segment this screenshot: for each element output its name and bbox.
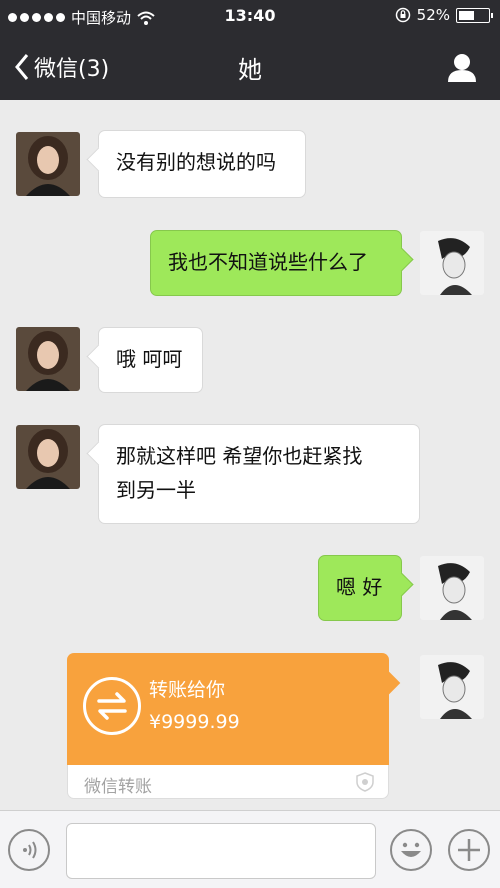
battery-icon (456, 7, 493, 23)
plus-icon (458, 839, 480, 861)
contact-profile-button[interactable] (446, 52, 478, 88)
message-input[interactable] (66, 823, 376, 879)
transfer-title: 转账给你 (149, 679, 226, 701)
message-text: 嗯 好 (336, 575, 383, 599)
transfer-source-label: 微信转账 (84, 777, 152, 797)
more-options-button[interactable] (448, 829, 490, 871)
chat-title: 她 (238, 56, 262, 84)
battery-percent: 52% (416, 6, 450, 24)
nav-bar: 微信(3) 她 (0, 34, 500, 100)
input-bar (0, 810, 500, 888)
transfer-card[interactable]: 转账给你 ¥9999.99 微信转账 (67, 653, 389, 799)
my-avatar[interactable] (420, 655, 484, 719)
message-bubble-received[interactable]: 哦 呵呵 (98, 327, 203, 393)
message-bubble-received[interactable]: 那就这样吧 希望你也赶紧找 到另一半 (98, 424, 420, 524)
smiley-icon (401, 842, 421, 857)
my-avatar[interactable] (420, 231, 484, 295)
transfer-card-body: 转账给你 ¥9999.99 (67, 653, 389, 765)
message-text-line: 那就这样吧 希望你也赶紧找 (116, 444, 363, 468)
message-bubble-received[interactable]: 没有别的想说的吗 (98, 130, 306, 198)
transfer-card-footer: 微信转账 (67, 765, 389, 799)
message-text: 哦 呵呵 (116, 347, 183, 371)
message-bubble-sent[interactable]: 嗯 好 (318, 555, 402, 621)
voice-icon (23, 841, 37, 859)
chat-area[interactable]: 没有别的想说的吗 我也不知道说些什么了 哦 呵呵 那就这样吧 希望你也赶紧找 到… (0, 100, 500, 810)
orientation-lock-icon (395, 7, 410, 23)
status-bar: 中国移动 13:40 52% (0, 0, 500, 34)
voice-input-button[interactable] (8, 829, 50, 871)
contact-avatar[interactable] (16, 425, 80, 489)
message-text: 我也不知道说些什么了 (168, 250, 368, 274)
message-text-line: 到另一半 (116, 478, 196, 502)
my-avatar[interactable] (420, 556, 484, 620)
contact-avatar[interactable] (16, 327, 80, 391)
message-bubble-sent[interactable]: 我也不知道说些什么了 (150, 230, 402, 296)
shield-icon (356, 772, 374, 792)
transfer-amount: ¥9999.99 (149, 711, 240, 733)
message-text: 没有别的想说的吗 (116, 150, 276, 174)
emoji-button[interactable] (390, 829, 432, 871)
status-right: 52% (395, 6, 493, 24)
person-icon (448, 54, 476, 82)
contact-avatar[interactable] (16, 132, 80, 196)
transfer-arrows-icon (83, 677, 141, 735)
battery-level-fill (459, 10, 474, 20)
